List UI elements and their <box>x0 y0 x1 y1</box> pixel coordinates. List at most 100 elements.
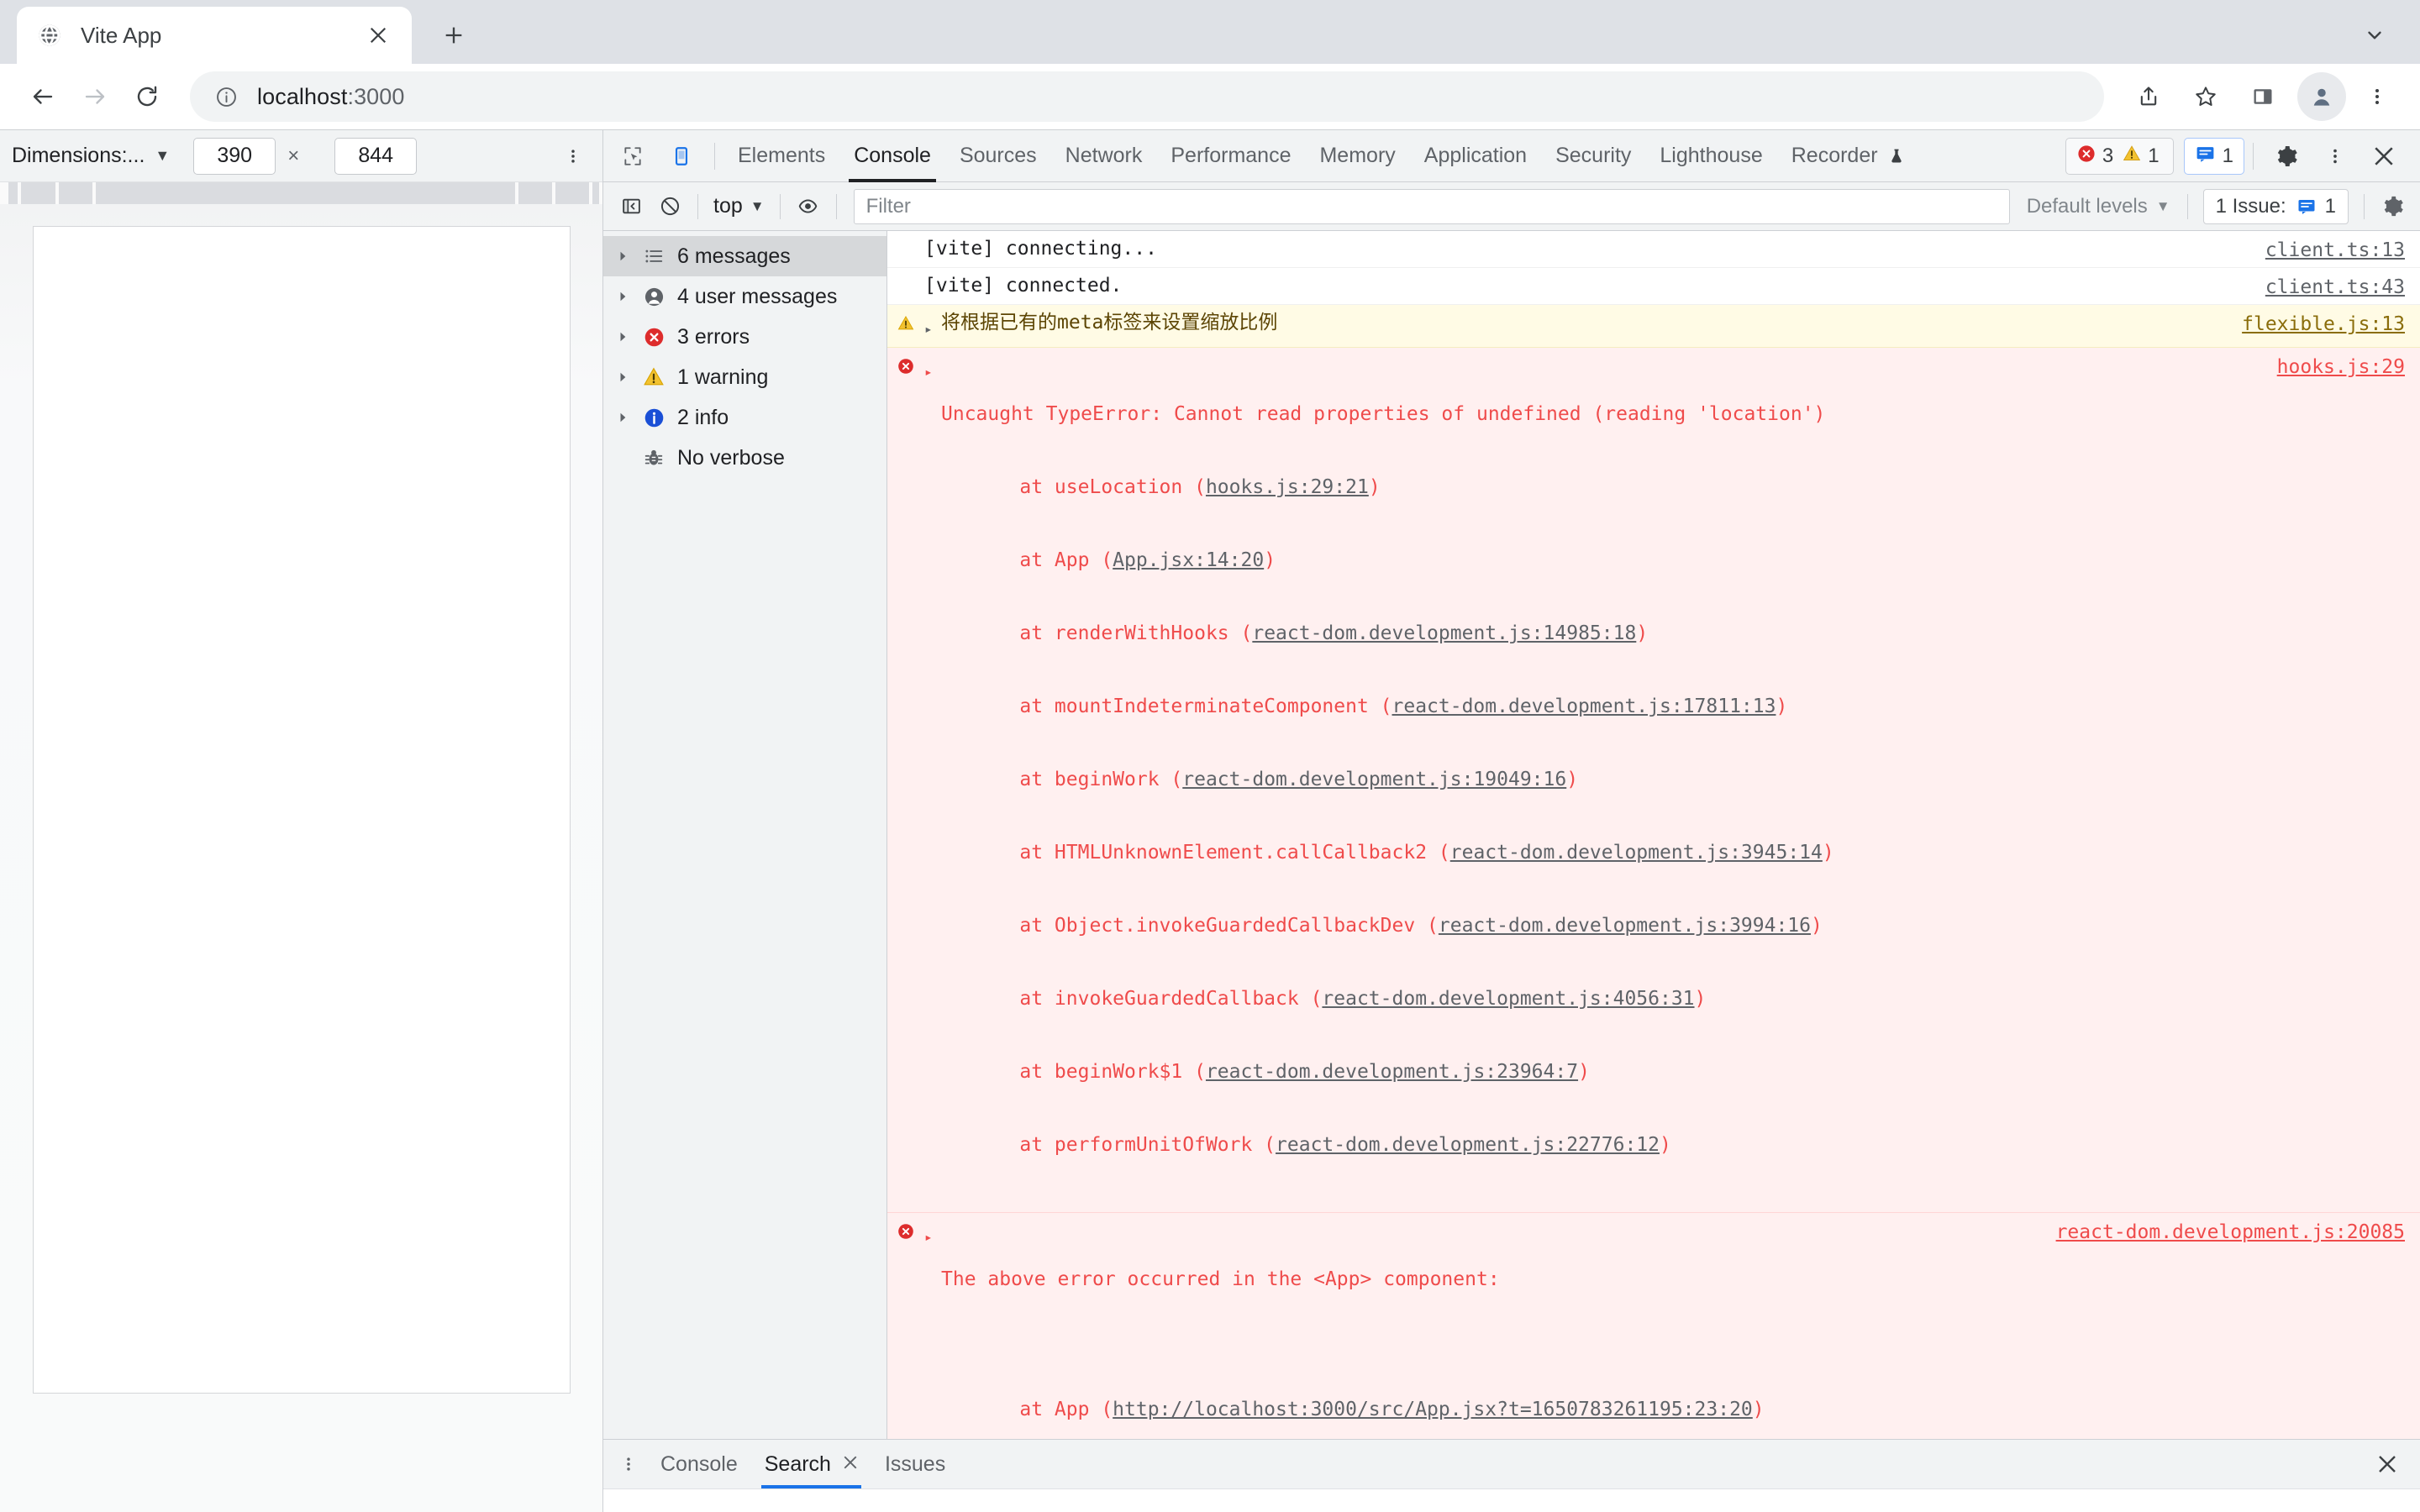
close-icon[interactable] <box>363 20 393 50</box>
close-icon[interactable] <box>2366 1443 2408 1485</box>
tab-performance[interactable]: Performance <box>1156 130 1305 182</box>
side-panel-icon[interactable] <box>2237 71 2289 123</box>
expand-arrow-icon[interactable] <box>612 331 635 343</box>
console-message-row[interactable]: [vite] connected. client.ts:43 <box>887 268 2420 305</box>
tab-console[interactable]: Console <box>839 130 945 182</box>
tab-recorder[interactable]: Recorder <box>1777 130 1919 182</box>
kebab-menu-icon[interactable] <box>610 1446 647 1483</box>
device-width-input[interactable]: 390 <box>193 137 276 175</box>
sidebar-item-verbose[interactable]: No verbose <box>603 438 886 478</box>
frame-link[interactable]: react-dom.development.js:3945:14 <box>1450 842 1823 864</box>
drawer-tab-search[interactable]: Search <box>751 1440 871 1488</box>
expand-arrow-icon[interactable] <box>612 250 635 262</box>
console-message-row[interactable]: ▸ 将根据已有的meta标签来设置缩放比例 flexible.js:13 <box>887 305 2420 348</box>
kebab-menu-icon[interactable] <box>2351 71 2403 123</box>
frame-link[interactable]: react-dom.development.js:19049:16 <box>1182 769 1566 790</box>
console-filter-input[interactable]: Filter <box>853 188 2010 224</box>
console-sidebar: 6 messages 4 user messages 3 errors 1 wa… <box>603 231 887 1439</box>
sidebar-item-warnings[interactable]: 1 warning <box>603 357 886 397</box>
frame-link[interactable]: hooks.js:29:21 <box>1206 476 1369 498</box>
frame-link[interactable]: react-dom.development.js:22776:12 <box>1276 1134 1660 1156</box>
sidebar-item-errors[interactable]: 3 errors <box>603 317 886 357</box>
inspect-element-icon[interactable] <box>612 135 654 177</box>
tab-sources[interactable]: Sources <box>945 130 1051 182</box>
show-console-sidebar-icon[interactable] <box>612 187 650 226</box>
gear-icon[interactable] <box>2265 135 2307 177</box>
clear-console-icon[interactable] <box>650 187 689 226</box>
console-message-source[interactable]: hooks.js:29 <box>2277 355 2405 380</box>
stack-frame[interactable]: at App (http://localhost:3000/src/App.js… <box>941 1398 2408 1422</box>
chevron-down-icon[interactable]: ▼ <box>155 147 170 165</box>
console-message-row[interactable]: [vite] connecting... client.ts:13 <box>887 231 2420 268</box>
stack-frame[interactable]: at Object.invokeGuardedCallbackDev (reac… <box>941 914 2408 938</box>
close-icon[interactable] <box>843 1453 858 1475</box>
stack-frame[interactable]: at renderWithHooks (react-dom.developmen… <box>941 622 2408 646</box>
page-viewport[interactable] <box>32 226 571 1394</box>
device-toolbar-icon[interactable] <box>660 135 702 177</box>
device-ruler[interactable] <box>0 182 602 204</box>
sidebar-item-label: 1 warning <box>677 365 769 389</box>
execution-context-select[interactable]: top ▼ <box>707 194 771 218</box>
expand-arrow-icon[interactable] <box>612 412 635 423</box>
address-bar[interactable]: localhost:3000 <box>190 71 2104 122</box>
close-icon[interactable] <box>2363 135 2405 177</box>
profile-avatar-icon[interactable] <box>2297 72 2346 121</box>
tab-security[interactable]: Security <box>1541 130 1645 182</box>
chevron-down-icon[interactable] <box>2358 18 2391 52</box>
console-message-source[interactable]: react-dom.development.js:20085 <box>2056 1221 2405 1245</box>
frame-link[interactable]: App.jsx:14:20 <box>1113 549 1264 571</box>
reload-icon[interactable] <box>121 71 173 123</box>
frame-link[interactable]: react-dom.development.js:4056:31 <box>1322 988 1694 1010</box>
stack-frame[interactable]: at invokeGuardedCallback (react-dom.deve… <box>941 987 2408 1011</box>
live-expression-icon[interactable] <box>789 187 828 226</box>
console-message-row[interactable]: ▸ Uncaught TypeError: Cannot read proper… <box>887 348 2420 1213</box>
share-icon[interactable] <box>2123 71 2175 123</box>
tab-memory[interactable]: Memory <box>1305 130 1409 182</box>
console-message-source[interactable]: flexible.js:13 <box>2242 312 2405 337</box>
expand-arrow-icon[interactable] <box>612 291 635 302</box>
issues-chip[interactable]: 1 Issue: 1 <box>2202 188 2349 224</box>
frame-link[interactable]: react-dom.development.js:17811:13 <box>1392 696 1776 717</box>
console-message-row[interactable]: ▸ The above error occurred in the <App> … <box>887 1213 2420 1439</box>
kebab-menu-icon[interactable] <box>2314 135 2356 177</box>
tab-application[interactable]: Application <box>1410 130 1541 182</box>
expand-arrow-icon[interactable] <box>612 371 635 383</box>
kebab-menu-icon[interactable] <box>555 139 591 174</box>
stack-frame[interactable]: at App (App.jsx:14:20) <box>941 549 2408 573</box>
issues-badge[interactable]: 1 <box>2183 137 2244 175</box>
stack-frame[interactable]: at performUnitOfWork (react-dom.developm… <box>941 1133 2408 1158</box>
expand-arrow-icon[interactable]: ▸ <box>924 311 941 341</box>
drawer-tab-console[interactable]: Console <box>647 1440 751 1488</box>
expand-arrow-icon[interactable]: ▸ <box>924 1219 941 1249</box>
console-message-source[interactable]: client.ts:43 <box>2265 276 2405 300</box>
device-height-input[interactable]: 844 <box>334 137 418 175</box>
drawer-tab-issues[interactable]: Issues <box>871 1440 959 1488</box>
sidebar-item-user-messages[interactable]: 4 user messages <box>603 276 886 317</box>
frame-link[interactable]: http://localhost:3000/src/App.jsx?t=1650… <box>1113 1399 1753 1420</box>
stack-frame[interactable]: at useLocation (hooks.js:29:21) <box>941 475 2408 500</box>
status-badge[interactable]: 3 1 <box>2065 137 2174 175</box>
tab-lighthouse[interactable]: Lighthouse <box>1645 130 1776 182</box>
new-tab-button[interactable] <box>430 12 477 59</box>
gear-icon[interactable] <box>2373 187 2412 226</box>
sidebar-item-info[interactable]: 2 info <box>603 397 886 438</box>
log-levels-select[interactable]: Default levels ▼ <box>2018 195 2179 218</box>
info-circle-icon[interactable] <box>212 82 240 111</box>
expand-arrow-icon[interactable]: ▸ <box>924 354 941 384</box>
tab-elements[interactable]: Elements <box>723 130 839 182</box>
tab-network[interactable]: Network <box>1051 130 1157 182</box>
stack-frame[interactable]: at beginWork (react-dom.development.js:1… <box>941 768 2408 792</box>
stack-frame[interactable]: at beginWork$1 (react-dom.development.js… <box>941 1060 2408 1084</box>
frame-link[interactable]: react-dom.development.js:3994:16 <box>1439 915 1811 937</box>
frame-link[interactable]: react-dom.development.js:14985:18 <box>1252 622 1636 644</box>
sidebar-item-messages[interactable]: 6 messages <box>603 236 886 276</box>
console-message-list[interactable]: [vite] connecting... client.ts:13 [vite]… <box>887 231 2420 1439</box>
dimensions-label[interactable]: Dimensions:... <box>12 144 145 168</box>
stack-frame[interactable]: at HTMLUnknownElement.callCallback2 (rea… <box>941 841 2408 865</box>
star-icon[interactable] <box>2180 71 2232 123</box>
browser-tab[interactable]: Vite App <box>17 7 412 64</box>
arrow-left-icon[interactable] <box>17 71 69 123</box>
stack-frame[interactable]: at mountIndeterminateComponent (react-do… <box>941 695 2408 719</box>
frame-link[interactable]: react-dom.development.js:23964:7 <box>1206 1061 1578 1083</box>
console-message-source[interactable]: client.ts:13 <box>2265 239 2405 263</box>
